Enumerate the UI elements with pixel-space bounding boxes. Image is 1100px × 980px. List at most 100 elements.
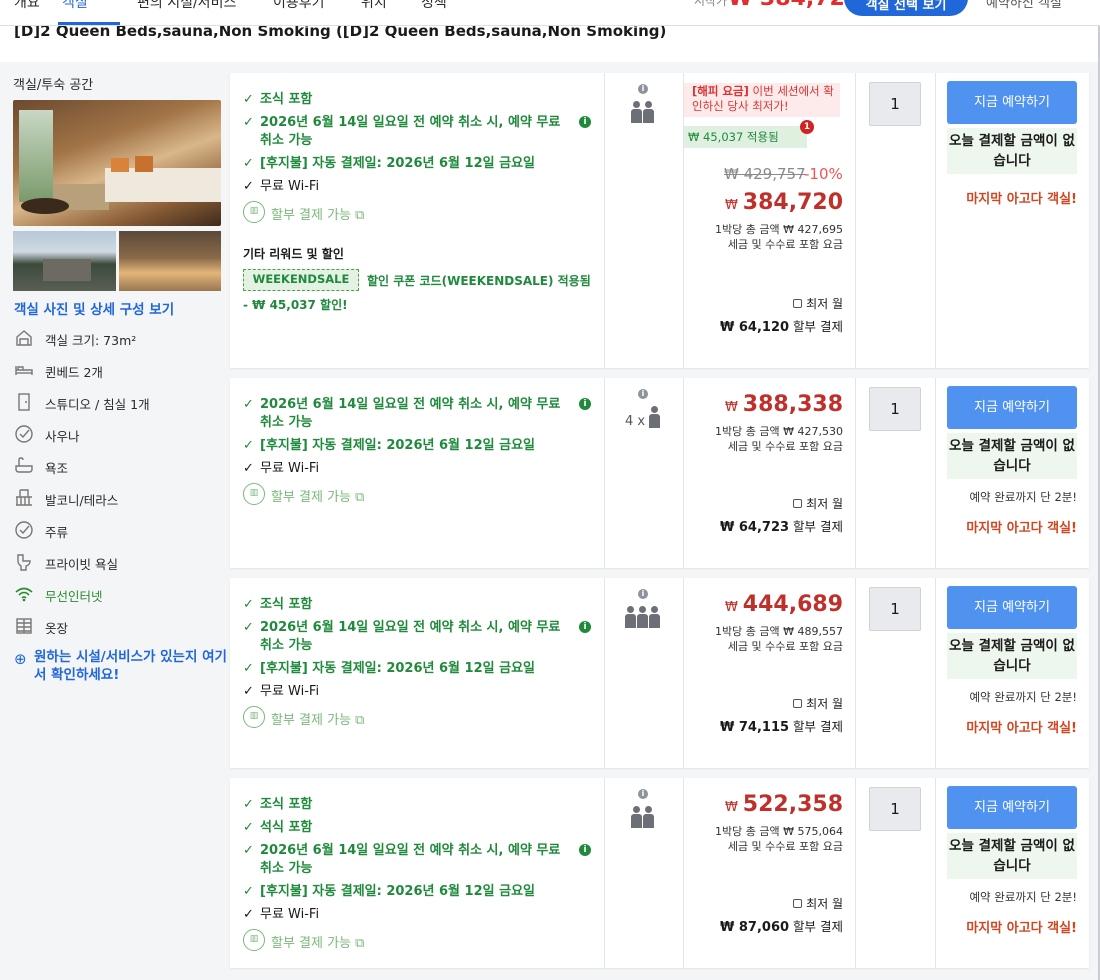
price-amount: 384,720 [742, 190, 843, 215]
checkmark-icon: ✓ [243, 907, 254, 922]
tab-location[interactable]: 위치 [361, 0, 387, 12]
occupancy-count: 4 x [625, 414, 646, 429]
rewards-title: 기타 리워드 및 할인 [243, 247, 344, 261]
card-icon [793, 899, 803, 908]
feature-text: 조식 포함 [260, 92, 313, 107]
tab-reviews[interactable]: 이용후기 [273, 0, 325, 12]
wifi-icon [14, 584, 34, 604]
tab-policies[interactable]: 정책 [421, 0, 447, 12]
installment-from-text: 최저 월 [806, 697, 843, 711]
installment-from: 최저 월 [793, 695, 843, 712]
card-icon [793, 299, 803, 308]
feature-text: [후지불] 자동 결제일: 2026년 6월 12일 금요일 [260, 884, 535, 899]
book-now-button[interactable]: 지금 예약하기 [947, 586, 1077, 629]
amenity-label: 사우나 [45, 429, 80, 444]
external-link-icon: ⧉ [355, 936, 365, 951]
tab-rooms[interactable]: 객실 [62, 0, 88, 12]
offer-row: ✓ 2026년 6월 14일 일요일 전 예약 취소 시, 예약 무료 취소 가능… [230, 378, 1089, 568]
installment-label: 할부 결제 가능 ⧉ [271, 932, 364, 951]
room-quantity-select[interactable]: 1 [869, 787, 921, 831]
installment-text: 할부 결제 가능 [271, 490, 352, 505]
installment-amount-value: ₩ 64,120 [720, 320, 790, 335]
room-detail-link[interactable]: 객실 사진 및 상세 구성 보기 [14, 298, 174, 318]
feature-text: 조식 포함 [260, 597, 313, 612]
tax-note: 세금 및 수수료 포함 요금 [727, 238, 843, 251]
amenity-label: 퀸베드 2개 [45, 365, 103, 380]
occupancy-info-icon[interactable]: i [638, 84, 648, 94]
photo-bed [105, 168, 221, 202]
book-now-button[interactable]: 지금 예약하기 [947, 81, 1077, 124]
occupancy-info-icon[interactable]: i [638, 589, 648, 599]
installment-amount-value: ₩ 87,060 [720, 920, 790, 935]
room-main-photo[interactable] [13, 100, 221, 226]
offer-row: ✓ 조식 포함 ✓ 2026년 6월 14일 일요일 전 예약 취소 시, 예약 무료… [230, 578, 1089, 768]
column-divider [604, 778, 605, 968]
original-price: ₩ 429,757 [724, 165, 806, 183]
person-icon [643, 101, 654, 123]
from-price: ₩ 384,720 [728, 0, 860, 11]
amenity-label: 무선인터넷 [45, 589, 103, 604]
discount-percent: -10% [804, 165, 843, 183]
pay-today-notice: 오늘 결제할 금액이 없습니다 [947, 633, 1077, 679]
column-divider [855, 73, 856, 368]
book-now-button[interactable]: 지금 예약하기 [947, 786, 1077, 829]
person-icon [631, 806, 642, 828]
room-quantity-select[interactable]: 1 [869, 387, 921, 431]
reserved-room-link[interactable]: 예약하신 객실 [986, 0, 1062, 11]
room-thumbnail-exterior[interactable] [13, 231, 116, 291]
offer-feature: ✓ 2026년 6월 14일 일요일 전 예약 취소 시, 예약 무료 취소 가능… [243, 842, 591, 878]
installment-amount-value: ₩ 64,723 [720, 520, 790, 535]
last-room-notice: 마지막 아고다 객실! [966, 921, 1077, 936]
photo-pillow [135, 156, 153, 172]
checkmark-icon: ✓ [243, 438, 254, 453]
feature-text: [후지불] 자동 결제일: 2026년 6월 12일 금요일 [260, 661, 535, 676]
column-divider [855, 578, 856, 768]
amenity-label: 발코니/테라스 [45, 493, 119, 508]
price-total-line: 1박당 총 금액 ₩ 427,695 [715, 223, 843, 236]
occupancy-info-icon[interactable]: i [638, 389, 648, 399]
price-amount: 388,338 [742, 392, 843, 417]
feature-text: 무료 Wi-Fi [260, 907, 320, 922]
info-icon[interactable]: i [579, 844, 591, 856]
amenity-item: 옷장 [14, 615, 224, 637]
check-circle-icon [14, 424, 34, 444]
amenity-label: 옷장 [45, 621, 69, 636]
column-divider [935, 378, 936, 568]
room-info-column: 객실/투숙 공간 객실 사진 및 상세 구성 보기 객실 크기: 73m² 퀸베드… [0, 62, 228, 980]
info-icon[interactable]: i [579, 398, 591, 410]
offer-row: ✓ 조식 포함 ✓ 2026년 6월 14일 일요일 전 예약 취소 시, 예약 무료… [230, 73, 1089, 368]
room-thumbnail-sauna[interactable] [119, 231, 221, 291]
feature-text: 2026년 6월 14일 일요일 전 예약 취소 시, 예약 무료 취소 가능 [260, 115, 561, 148]
amenity-item: 욕조 [14, 455, 224, 477]
feature-text: [후지불] 자동 결제일: 2026년 6월 12일 금요일 [260, 438, 535, 453]
checkmark-icon: ✓ [243, 661, 254, 676]
installment-amount: ₩ 64,723 할부 결제 [720, 516, 843, 535]
last-room-notice: 마지막 아고다 객실! [966, 192, 1077, 207]
installment-amount: ₩ 64,120 할부 결제 [720, 316, 843, 335]
room-quantity-select[interactable]: 1 [869, 587, 921, 631]
plus-circle-icon: ⊕ [14, 650, 27, 668]
installment-suffix: 할부 결제 [793, 519, 843, 534]
select-room-button[interactable]: 객실 선택 보기 [844, 0, 968, 16]
feature-text: 석식 포함 [260, 820, 313, 835]
book-now-button[interactable]: 지금 예약하기 [947, 386, 1077, 429]
offer-feature: ✓ 무료 Wi-Fi [243, 683, 583, 701]
toilet-icon [14, 552, 34, 572]
currency-symbol: ₩ [724, 600, 738, 615]
column-divider [855, 378, 856, 568]
tax-note: 세금 및 수수료 포함 요금 [727, 640, 843, 653]
installment-suffix: 할부 결제 [793, 319, 843, 334]
offer-feature: ✓ 조식 포함 [243, 91, 583, 109]
column-divider [683, 378, 684, 568]
amenity-label: 스튜디오 / 침실 1개 [45, 397, 150, 412]
info-icon[interactable]: i [579, 116, 591, 128]
amenity-label: 객실 크기: 73m² [45, 333, 137, 348]
tab-facilities[interactable]: 편의 시설/서비스 [137, 0, 236, 12]
tab-overview[interactable]: 개요 [14, 0, 40, 12]
room-quantity-select[interactable]: 1 [869, 82, 921, 126]
installment-label: 할부 결제 가능 ⧉ [271, 486, 364, 505]
occupancy-info-icon[interactable]: i [638, 789, 648, 799]
installment-from-text: 최저 월 [806, 897, 843, 911]
offer-row: ✓ 조식 포함 ✓ 석식 포함 ✓ 2026년 6월 14일 일요일 전 예약 취소 시,… [230, 778, 1089, 968]
info-icon[interactable]: i [579, 621, 591, 633]
